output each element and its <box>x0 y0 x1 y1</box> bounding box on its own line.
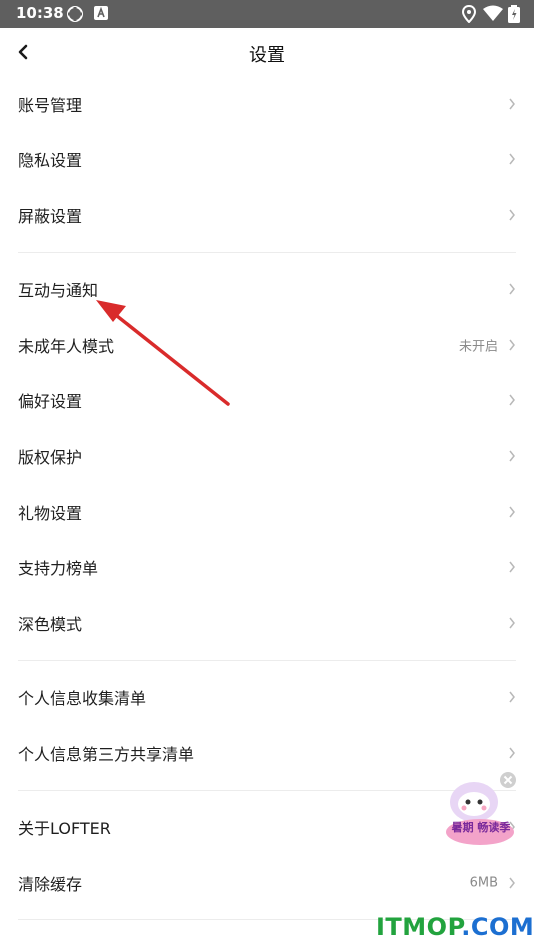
chevron-right-icon <box>509 691 515 703</box>
settings-item-support-ranking[interactable]: 支持力榜单 <box>0 539 534 595</box>
settings-item-account[interactable]: 账号管理 <box>0 76 534 132</box>
chevron-right-icon <box>509 450 515 462</box>
chevron-right-icon <box>509 209 515 221</box>
chevron-right-icon <box>509 747 515 759</box>
chevron-right-icon <box>509 153 515 165</box>
settings-item-label: 清除缓存 <box>18 875 83 894</box>
settings-item-preferences[interactable]: 偏好设置 <box>0 372 534 428</box>
chevron-right-icon <box>509 617 515 629</box>
settings-item-copyright[interactable]: 版权保护 <box>0 428 534 484</box>
summer-reading-promo[interactable]: 暑期 畅读季 <box>440 772 520 848</box>
settings-item-label: 未成年人模式 <box>18 337 115 356</box>
settings-item-label: 个人信息第三方共享清单 <box>18 745 195 764</box>
settings-item-block[interactable]: 屏蔽设置 <box>0 187 534 243</box>
chevron-right-icon <box>509 283 515 295</box>
settings-item-label: 礼物设置 <box>18 504 83 523</box>
settings-item-personal-info-collection[interactable]: 个人信息收集清单 <box>0 669 534 725</box>
promo-mascot-icon <box>446 772 516 845</box>
promo-text: 暑期 畅读季 <box>451 821 511 834</box>
settings-item-label: 偏好设置 <box>18 392 83 411</box>
settings-item-gifts[interactable]: 礼物设置 <box>0 484 534 540</box>
settings-item-label: 版权保护 <box>18 448 83 467</box>
section-divider <box>18 252 516 253</box>
wifi-icon <box>483 5 503 25</box>
chevron-right-icon <box>509 561 515 573</box>
settings-item-label: 深色模式 <box>18 615 83 634</box>
minor-mode-status: 未开启 <box>458 339 498 355</box>
chevron-right-icon <box>509 98 515 110</box>
status-bar: 10:38 <box>0 0 534 28</box>
sync-icon <box>66 5 84 27</box>
settings-item-clear-cache[interactable]: 清除缓存 6MB <box>0 855 534 911</box>
settings-item-label: 支持力榜单 <box>18 559 99 578</box>
settings-item-label: 个人信息收集清单 <box>18 689 147 708</box>
site-watermark: ITMOP.COM <box>376 913 534 941</box>
settings-item-dark-mode[interactable]: 深色模式 <box>0 595 534 651</box>
settings-item-label: 账号管理 <box>18 96 83 115</box>
page-title: 设置 <box>249 45 285 66</box>
chevron-right-icon <box>509 877 515 889</box>
watermark-part2: .COM <box>461 913 534 941</box>
settings-item-minor-mode[interactable]: 未成年人模式 未开启 <box>0 317 534 373</box>
section-divider <box>18 660 516 661</box>
nav-header: 设置 <box>0 28 534 76</box>
settings-item-privacy[interactable]: 隐私设置 <box>0 131 534 187</box>
chevron-right-icon <box>509 339 515 351</box>
cache-size: 6MB <box>469 875 498 891</box>
status-time: 10:38 <box>16 4 64 22</box>
settings-item-label: 隐私设置 <box>18 151 83 170</box>
settings-item-label: 关于LOFTER <box>18 819 111 838</box>
chevron-right-icon <box>509 394 515 406</box>
settings-item-label: 互动与通知 <box>18 281 99 300</box>
settings-item-interaction-notifications[interactable]: 互动与通知 <box>0 261 534 317</box>
battery-icon <box>508 5 520 27</box>
chevron-right-icon <box>509 506 515 518</box>
location-icon <box>461 4 477 27</box>
settings-item-label: 屏蔽设置 <box>18 207 83 226</box>
app-notification-icon <box>94 5 108 25</box>
watermark-part1: ITMOP <box>376 913 462 941</box>
